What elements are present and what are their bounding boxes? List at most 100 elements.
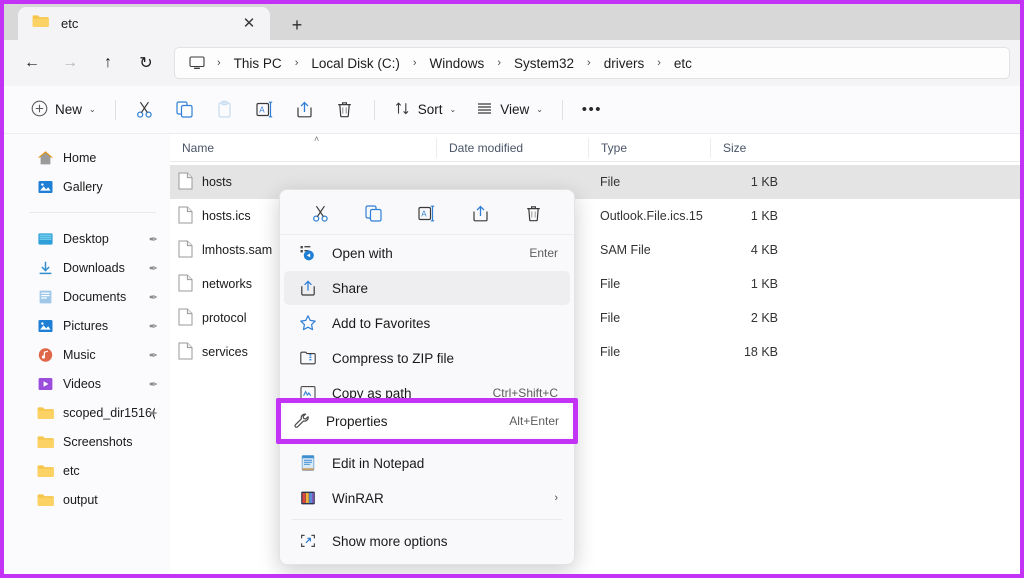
sidebar-item-label: Downloads bbox=[63, 261, 125, 275]
column-header-type[interactable]: Type bbox=[588, 137, 710, 158]
pin-icon[interactable]: ✒ bbox=[149, 233, 158, 246]
context-menu-icon-row: A bbox=[280, 193, 574, 235]
context-menu-divider bbox=[292, 519, 562, 520]
breadcrumb[interactable]: › This PC › Local Disk (C:) › Windows › … bbox=[174, 47, 1010, 79]
close-icon[interactable]: ✕ bbox=[238, 13, 260, 35]
chevron-down-icon: ⌄ bbox=[449, 105, 457, 114]
star-icon bbox=[298, 313, 318, 333]
more-options-button[interactable]: ••• bbox=[573, 94, 611, 126]
sidebar-item-pictures[interactable]: Pictures ✒ bbox=[10, 312, 164, 340]
zip-icon bbox=[298, 348, 318, 368]
file-type-cell: File bbox=[600, 311, 621, 325]
sidebar-item-scoped-dir[interactable]: scoped_dir1516( ✒ bbox=[10, 399, 164, 427]
new-button[interactable]: New ⌄ bbox=[22, 94, 105, 126]
breadcrumb-item-etc[interactable]: etc bbox=[667, 53, 699, 74]
folder-icon bbox=[32, 14, 49, 33]
sidebar-item-label: Desktop bbox=[63, 232, 109, 246]
view-button[interactable]: View ⌄ bbox=[467, 94, 552, 126]
chevron-down-icon: ⌄ bbox=[536, 105, 543, 114]
sidebar-divider bbox=[30, 212, 156, 213]
sidebar-item-music[interactable]: Music ✒ bbox=[10, 341, 164, 369]
menu-item-label: Copy as path bbox=[332, 385, 412, 401]
documents-icon bbox=[36, 288, 54, 306]
menu-item-label: Share bbox=[332, 280, 369, 296]
pin-icon[interactable]: ✒ bbox=[149, 378, 158, 391]
file-size-cell: 1 KB bbox=[750, 277, 778, 291]
refresh-button[interactable]: ↻ bbox=[128, 47, 164, 79]
rename-icon[interactable]: A bbox=[408, 198, 446, 230]
file-icon bbox=[178, 308, 193, 329]
menu-item-add-to-favorites[interactable]: Add to Favorites bbox=[284, 306, 570, 340]
breadcrumb-item-local-disk[interactable]: Local Disk (C:) bbox=[304, 53, 407, 74]
pin-icon[interactable]: ✒ bbox=[149, 320, 158, 333]
videos-icon bbox=[36, 375, 54, 393]
forward-button[interactable]: → bbox=[52, 47, 88, 79]
sidebar-item-videos[interactable]: Videos ✒ bbox=[10, 370, 164, 398]
home-icon bbox=[36, 149, 54, 167]
file-name: lmhosts.sam bbox=[202, 243, 273, 257]
file-type-cell: Outlook.File.ics.15 bbox=[600, 209, 703, 223]
file-size-cell: 1 KB bbox=[750, 209, 778, 223]
breadcrumb-separator: › bbox=[294, 57, 299, 69]
breadcrumb-item-this-pc[interactable]: This PC bbox=[227, 53, 289, 74]
sidebar-item-home[interactable]: Home bbox=[10, 144, 164, 172]
breadcrumb-item-system32[interactable]: System32 bbox=[507, 53, 581, 74]
pin-icon[interactable]: ✒ bbox=[149, 291, 158, 304]
paste-button[interactable] bbox=[206, 94, 244, 126]
column-header-name[interactable]: Name bbox=[170, 138, 436, 158]
delete-button[interactable] bbox=[326, 94, 364, 126]
column-header-size[interactable]: Size bbox=[710, 137, 790, 158]
sidebar-item-screenshots[interactable]: Screenshots bbox=[10, 428, 164, 456]
notepad-icon bbox=[298, 453, 318, 473]
file-type-cell: SAM File bbox=[600, 243, 651, 257]
sort-button[interactable]: Sort ⌄ bbox=[385, 94, 465, 126]
share-icon[interactable] bbox=[461, 198, 499, 230]
rename-button[interactable]: A bbox=[246, 94, 284, 126]
menu-item-label: Edit in Notepad bbox=[332, 455, 425, 471]
menu-item-show-more-options[interactable]: Show more options bbox=[284, 524, 570, 558]
menu-item-edit-in-notepad[interactable]: Edit in Notepad bbox=[284, 446, 570, 480]
sidebar-item-etc[interactable]: etc bbox=[10, 457, 164, 485]
svg-text:A: A bbox=[422, 209, 428, 218]
command-bar: New ⌄ A Sort ⌄ View ⌄ ••• bbox=[4, 86, 1020, 134]
up-button[interactable]: ↑ bbox=[90, 47, 126, 79]
share-icon bbox=[298, 278, 318, 298]
view-button-label: View bbox=[500, 102, 530, 117]
share-button[interactable] bbox=[286, 94, 324, 126]
menu-item-compress-to-zip[interactable]: Compress to ZIP file bbox=[284, 341, 570, 375]
menu-item-winrar[interactable]: WinRAR › bbox=[284, 481, 570, 515]
cut-button[interactable] bbox=[126, 94, 164, 126]
tab-etc[interactable]: etc ✕ bbox=[18, 7, 270, 40]
pin-icon[interactable]: ✒ bbox=[149, 262, 158, 275]
delete-icon[interactable] bbox=[514, 198, 552, 230]
menu-item-share[interactable]: Share bbox=[284, 271, 570, 305]
back-button[interactable]: ← bbox=[14, 47, 50, 79]
copy-icon[interactable] bbox=[355, 198, 393, 230]
copy-button[interactable] bbox=[166, 94, 204, 126]
file-explorer-window: etc ✕ + ← → ↑ ↻ › This PC › Local Disk (… bbox=[0, 0, 1024, 578]
pin-icon[interactable]: ✒ bbox=[149, 407, 158, 420]
menu-item-properties[interactable]: Properties Alt+Enter bbox=[283, 405, 571, 437]
svg-text:A: A bbox=[259, 105, 265, 114]
breadcrumb-item-windows[interactable]: Windows bbox=[423, 53, 492, 74]
cut-icon[interactable] bbox=[302, 198, 340, 230]
sidebar-item-downloads[interactable]: Downloads ✒ bbox=[10, 254, 164, 282]
sort-ascending-icon: ˄ bbox=[314, 134, 320, 144]
sidebar-item-documents[interactable]: Documents ✒ bbox=[10, 283, 164, 311]
file-name: hosts.ics bbox=[202, 209, 251, 223]
sidebar-item-label: etc bbox=[63, 464, 80, 478]
sidebar-item-desktop[interactable]: Desktop ✒ bbox=[10, 225, 164, 253]
file-type-cell: File bbox=[600, 175, 621, 189]
this-pc-icon[interactable] bbox=[185, 56, 211, 70]
new-tab-button[interactable]: + bbox=[280, 10, 314, 40]
sidebar-item-gallery[interactable]: Gallery bbox=[10, 173, 164, 201]
sidebar-item-output[interactable]: output bbox=[10, 486, 164, 514]
column-header-date-modified[interactable]: Date modified bbox=[436, 137, 588, 158]
breadcrumb-separator: › bbox=[657, 57, 661, 69]
folder-icon bbox=[36, 433, 54, 451]
menu-item-shortcut: Ctrl+Shift+C bbox=[492, 386, 558, 400]
menu-item-open-with[interactable]: Open with Enter bbox=[284, 236, 570, 270]
breadcrumb-item-drivers[interactable]: drivers bbox=[597, 53, 652, 74]
pin-icon[interactable]: ✒ bbox=[149, 349, 158, 362]
sidebar-item-label: Documents bbox=[63, 290, 127, 304]
